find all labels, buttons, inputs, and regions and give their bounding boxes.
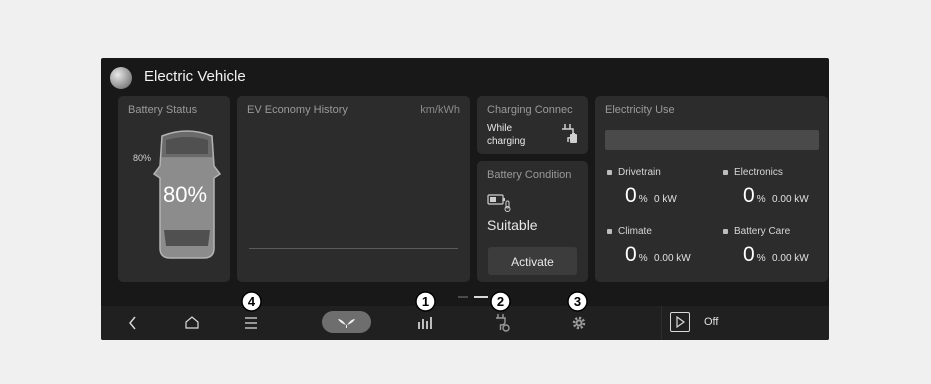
leaf-icon: [338, 319, 355, 328]
page-indicator-inactive: [458, 296, 468, 298]
divider: [661, 306, 662, 340]
electricity-use-title: Electricity Use: [605, 104, 675, 116]
callout-3: 3: [567, 291, 588, 312]
battery-thermometer-icon: [487, 194, 511, 212]
play-icon: [676, 315, 686, 329]
electricity-use-card[interactable]: Electricity Use Drivetrain 0% 0 kW Elect…: [595, 96, 828, 282]
battery-care-value: 0% 0.00 kW: [743, 243, 809, 266]
callout-4: 4: [241, 291, 262, 312]
battery-status-title: Battery Status: [128, 104, 198, 116]
ev-economy-card[interactable]: EV Economy History km/kWh: [237, 96, 470, 282]
battery-condition-title: Battery Condition: [487, 169, 572, 181]
svg-text:2: 2: [497, 294, 504, 309]
callout-2: 2: [490, 291, 511, 312]
electricity-use-bar: [605, 130, 819, 150]
eco-button[interactable]: [322, 311, 371, 333]
media-play-button[interactable]: [670, 312, 690, 332]
drivetrain-label: Drivetrain: [607, 167, 661, 178]
electronics-label: Electronics: [723, 167, 783, 178]
battery-condition-status: Suitable: [487, 217, 538, 233]
activate-button[interactable]: Activate: [488, 247, 577, 275]
bottom-nav-bar: Off: [101, 306, 829, 340]
climate-value: 0% 0.00 kW: [625, 243, 691, 266]
battery-care-label: Battery Care: [723, 226, 790, 237]
charging-connector-title: Charging Connec: [487, 104, 573, 116]
battery-condition-card[interactable]: Battery Condition Suitable Activate: [477, 161, 588, 282]
battery-percent: 80%: [163, 182, 208, 207]
svg-text:1: 1: [422, 294, 429, 309]
drivetrain-value: 0% 0 kW: [625, 184, 677, 207]
media-status: Off: [704, 316, 719, 328]
home-icon[interactable]: [184, 306, 200, 340]
charge-limit-label: 80%: [133, 153, 152, 163]
ev-economy-unit: km/kWh: [420, 104, 460, 116]
charging-connector-card[interactable]: Charging Connec While charging: [477, 96, 588, 154]
callout-1: 1: [415, 291, 436, 312]
svg-text:3: 3: [574, 294, 581, 309]
chart-baseline: [249, 248, 458, 249]
ev-app-icon: [110, 67, 132, 89]
svg-text:4: 4: [248, 294, 256, 309]
charging-plug-icon: [562, 124, 577, 143]
page-title: Electric Vehicle: [144, 68, 246, 85]
climate-label: Climate: [607, 226, 652, 237]
page-indicator-active: [474, 296, 488, 298]
electronics-value: 0% 0.00 kW: [743, 184, 809, 207]
charging-status: While charging: [487, 123, 526, 147]
ev-economy-title: EV Economy History: [247, 104, 348, 116]
back-icon[interactable]: [125, 306, 141, 340]
battery-status-card[interactable]: Battery Status 80% 80%: [118, 96, 230, 282]
header: Electric Vehicle: [101, 58, 829, 94]
ev-screen: Electric Vehicle Battery Status 80% 80% …: [101, 58, 829, 340]
